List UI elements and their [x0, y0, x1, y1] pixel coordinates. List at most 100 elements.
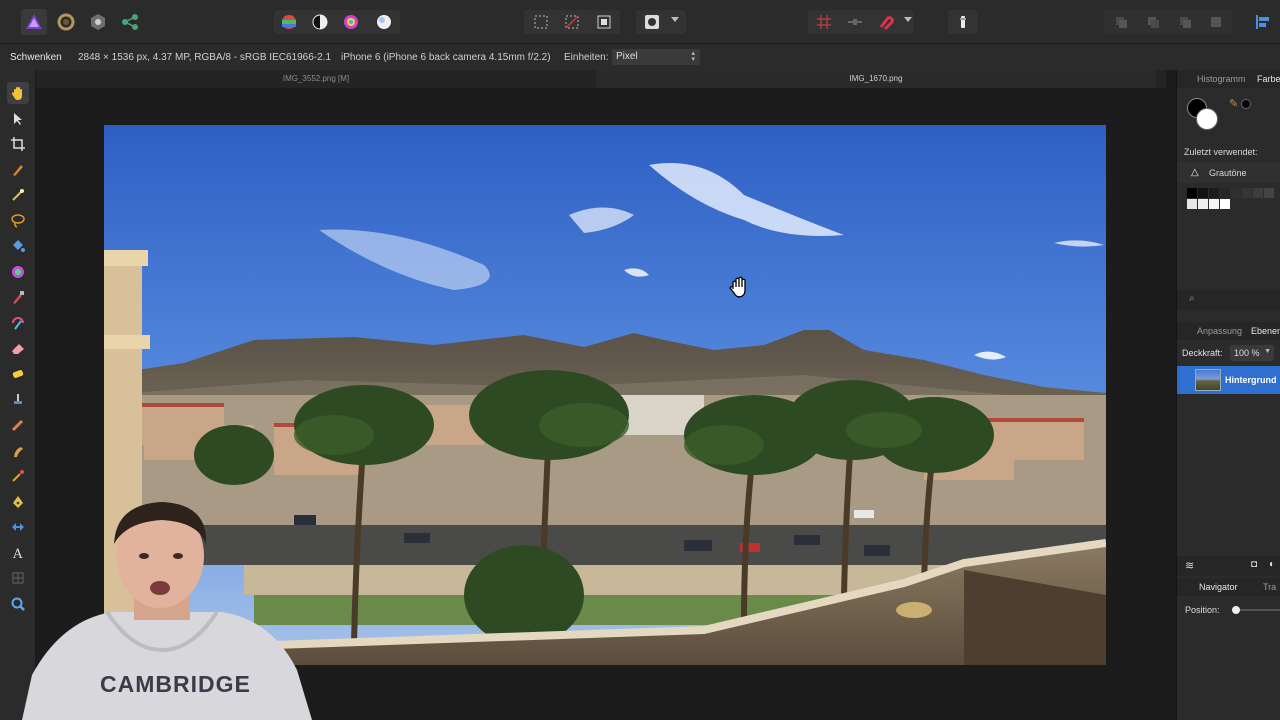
develop-persona-button[interactable]: [85, 9, 111, 35]
layers-panel-footer: ≋ ◘ ◐: [1177, 556, 1280, 576]
swatch[interactable]: [1253, 188, 1263, 198]
grid-snap-icon: [817, 15, 831, 29]
search-icon: ⌕: [1189, 293, 1195, 304]
swatch[interactable]: [1231, 188, 1241, 198]
snapping-magnet-button[interactable]: [873, 9, 899, 35]
tab-img-1670[interactable]: IMG_1670.png: [596, 70, 1156, 88]
opacity-field[interactable]: 100 % ▼: [1230, 345, 1274, 361]
color-replacement-tool[interactable]: [7, 312, 29, 334]
dodge-tool[interactable]: [7, 363, 29, 385]
tab-transform[interactable]: Tra: [1263, 582, 1276, 592]
assistant-button[interactable]: [950, 9, 976, 35]
smudge-tool[interactable]: [7, 440, 29, 462]
swatch[interactable]: [1198, 199, 1208, 209]
quick-mask-button[interactable]: [639, 9, 665, 35]
palette-name: Grautöne: [1209, 168, 1247, 178]
tab-navigator[interactable]: Navigator: [1199, 582, 1238, 592]
align-button[interactable]: [842, 9, 868, 35]
auto-white-balance-icon: [377, 15, 391, 29]
crop-tool[interactable]: [7, 133, 29, 155]
opacity-label: Deckkraft:: [1182, 348, 1223, 358]
auto-levels-button[interactable]: [276, 9, 302, 35]
swatch[interactable]: [1264, 188, 1274, 198]
auto-colors-button[interactable]: [338, 9, 364, 35]
layers-panel-tabs: Anpassung Ebenen: [1177, 322, 1280, 340]
gradient-icon: [12, 266, 24, 278]
arrange-backward-button[interactable]: [1140, 9, 1166, 35]
lasso-icon: [11, 214, 25, 228]
hand-tool[interactable]: [7, 82, 29, 104]
eraser-icon: [12, 344, 24, 354]
picked-color[interactable]: [1241, 99, 1251, 109]
assistant-icon: [960, 16, 966, 28]
layer-row[interactable]: Hintergrund: [1177, 366, 1280, 394]
search-field[interactable]: ⌕: [1177, 290, 1280, 310]
arrange-forward-button[interactable]: [1172, 9, 1198, 35]
swatch[interactable]: [1209, 188, 1219, 198]
photo-persona-button[interactable]: [21, 9, 47, 35]
swatch[interactable]: [1198, 188, 1208, 198]
auto-contrast-button[interactable]: [307, 9, 333, 35]
tab-layers[interactable]: Ebenen: [1251, 326, 1280, 336]
swatch-white[interactable]: [1220, 199, 1230, 209]
flood-select-tool[interactable]: [7, 184, 29, 206]
quick-mask-icon: [645, 15, 659, 29]
palette-selector[interactable]: △ Grautöne: [1177, 163, 1280, 183]
auto-white-balance-button[interactable]: [371, 9, 397, 35]
arrange-back-button[interactable]: [1108, 9, 1134, 35]
selection-brush-tool[interactable]: [7, 159, 29, 181]
recent-label: Zuletzt verwendet:: [1184, 147, 1258, 157]
move-tool[interactable]: [7, 108, 29, 130]
tab-adjustments[interactable]: Anpassung: [1197, 326, 1242, 336]
export-persona-icon: [122, 14, 138, 30]
main-toolbar: [0, 0, 1280, 44]
marquee-selection-button[interactable]: [528, 9, 554, 35]
fill-tool[interactable]: [7, 235, 29, 257]
position-slider-track[interactable]: [1235, 609, 1280, 611]
adjustment-layer-icon[interactable]: ◐: [1269, 559, 1275, 570]
invert-selection-button[interactable]: [591, 9, 617, 35]
swatch[interactable]: [1209, 199, 1219, 209]
arrange-backward-icon: [1148, 17, 1159, 28]
layer-name: Hintergrund: [1225, 375, 1277, 385]
healing-tool[interactable]: [7, 465, 29, 487]
arrange-forward-icon: [1180, 17, 1191, 28]
tab-img-3552[interactable]: IMG_3552.png [M]: [36, 70, 596, 88]
retouch-tool[interactable]: [7, 414, 29, 436]
paint-brush-tool[interactable]: [7, 286, 29, 308]
erase-tool[interactable]: [7, 337, 29, 359]
color-picker-icon[interactable]: ✎: [1229, 97, 1238, 110]
quick-mask-dropdown-icon[interactable]: [671, 17, 679, 22]
deselect-icon: [565, 15, 579, 29]
swatch[interactable]: [1242, 188, 1252, 198]
mask-layer-icon[interactable]: ◘: [1251, 559, 1257, 570]
units-select[interactable]: Pixel ▴ ▾: [612, 49, 700, 65]
swatch[interactable]: [1220, 188, 1230, 198]
layers-stack-icon[interactable]: ≋: [1185, 559, 1194, 572]
tool-name: Schwenken: [10, 52, 62, 63]
arrange-front-button[interactable]: [1203, 9, 1229, 35]
liquify-persona-button[interactable]: [53, 9, 79, 35]
gradient-tool[interactable]: [7, 261, 29, 283]
snapping-magnet-icon: [879, 16, 894, 30]
swatch-black[interactable]: [1187, 188, 1197, 198]
grid-snap-button[interactable]: [811, 9, 837, 35]
tab-color[interactable]: Farbe: [1257, 74, 1280, 84]
export-persona-button[interactable]: [117, 9, 143, 35]
swatch[interactable]: [1187, 199, 1197, 209]
marquee-selection-icon: [534, 15, 548, 29]
position-slider-thumb[interactable]: [1232, 606, 1240, 614]
tab-histogram[interactable]: Histogramm: [1197, 74, 1246, 84]
opacity-value: 100 %: [1234, 348, 1260, 358]
arrange-front-icon: [1211, 17, 1221, 27]
layer-thumbnail: [1195, 369, 1221, 391]
deselect-button[interactable]: [559, 9, 585, 35]
webcam-overlay: CAMBRIDGE: [22, 500, 312, 720]
snapping-dropdown-icon[interactable]: [904, 17, 912, 22]
auto-levels-icon: [282, 15, 296, 29]
clone-tool[interactable]: [7, 388, 29, 410]
auto-contrast-icon: [312, 14, 328, 30]
align-left-button[interactable]: [1250, 9, 1276, 35]
freehand-select-tool[interactable]: [7, 210, 29, 232]
background-color[interactable]: [1196, 108, 1218, 130]
